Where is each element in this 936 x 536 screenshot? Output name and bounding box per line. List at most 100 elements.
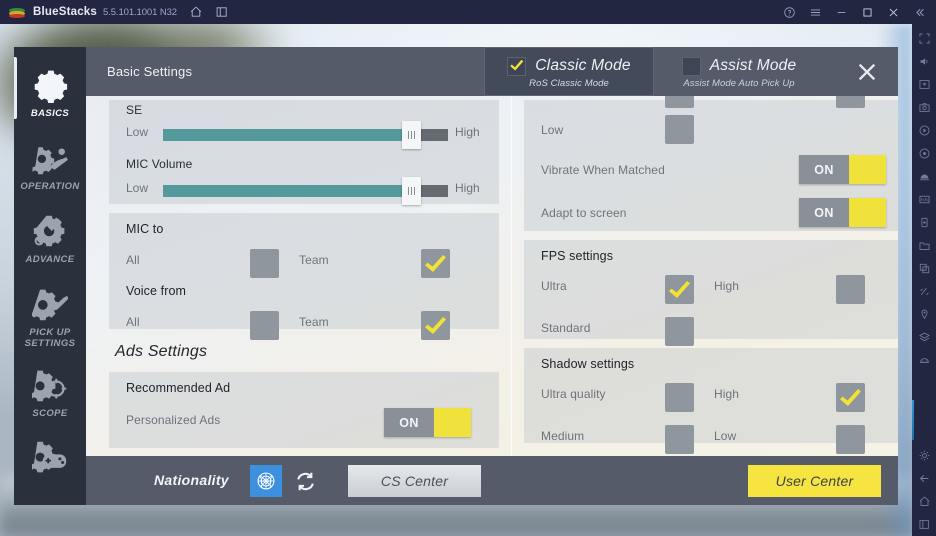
record-icon[interactable] (912, 119, 936, 142)
vibrate-toggle-state: ON (799, 155, 849, 184)
settings-icon[interactable] (912, 444, 936, 467)
mic-volume-slider-max-label: High (455, 181, 480, 195)
fps-ultra-checkbox[interactable] (665, 275, 694, 304)
multi-instance-manager-icon[interactable] (912, 188, 936, 211)
low-option-checkbox[interactable] (665, 115, 694, 144)
close-icon[interactable] (887, 6, 900, 19)
fps-ultra-label: Ultra (541, 279, 567, 293)
sidebar-item-basics[interactable]: BASICS (14, 59, 86, 132)
partial-checkbox-left[interactable] (665, 96, 694, 108)
se-slider[interactable] (163, 121, 448, 149)
shadow-row-2: Medium Low (524, 424, 898, 454)
copy-paste-icon[interactable] (912, 257, 936, 280)
recommended-ad-title: Recommended Ad (126, 381, 231, 395)
recents-icon[interactable] (912, 513, 936, 536)
sidebar-item-pickup-settings[interactable]: PICK UP SETTINGS (14, 278, 86, 360)
voice-from-all-checkbox[interactable] (250, 311, 279, 340)
sidebar-item-label: ADVANCE (25, 253, 75, 265)
personalized-ads-toggle[interactable]: ON (384, 408, 471, 437)
sidebar-item-scope[interactable]: SCOPE (14, 359, 86, 432)
collapse-icon[interactable] (913, 6, 926, 19)
fps-high-checkbox[interactable] (836, 275, 865, 304)
media-folder-icon[interactable] (912, 234, 936, 257)
mic-volume-slider-row: Low High (109, 176, 499, 205)
back-icon[interactable] (912, 467, 936, 490)
screen-root: BlueStacks 5.5.101.1001 N32 BASICS OPERA… (0, 0, 936, 536)
macro-icon[interactable] (912, 142, 936, 165)
minimize-icon[interactable] (835, 6, 848, 19)
fps-high-label: High (714, 279, 740, 293)
shadow-ultra-quality-checkbox[interactable] (665, 383, 694, 412)
mic-volume-slider-handle[interactable] (402, 177, 421, 205)
shadow-high-checkbox[interactable] (836, 383, 865, 412)
shake-icon[interactable] (912, 280, 936, 303)
sidebar-accent-bar (912, 400, 914, 440)
un-flag-icon[interactable] (250, 465, 282, 497)
partial-checkbox-right[interactable] (836, 96, 865, 108)
mic-to-title: MIC to (126, 222, 164, 236)
home-icon[interactable] (189, 5, 203, 19)
shadow-ultra-quality-label: Ultra quality (541, 387, 606, 401)
mic-to-team-checkbox[interactable] (421, 249, 450, 278)
maximize-icon[interactable] (861, 6, 874, 19)
recommended-ad-card: Recommended Ad Personalized Ads ON (109, 372, 499, 448)
ads-settings-title: Ads Settings (115, 343, 208, 360)
settings-category-rail: BASICS OPERATION ADVANCE PICK UP SETTING… (14, 47, 86, 505)
menu-icon[interactable] (809, 6, 822, 19)
game-guide-icon[interactable] (912, 349, 936, 372)
app-version: 5.5.101.1001 N32 (103, 6, 177, 18)
screenshot-icon[interactable] (912, 96, 936, 119)
help-icon[interactable] (783, 6, 796, 19)
fullscreen-icon[interactable] (912, 27, 936, 50)
voice-from-team-checkbox[interactable] (421, 311, 450, 340)
refresh-icon[interactable] (292, 468, 319, 495)
device-settings-card: Low Vibrate When Matched ON Adapt to scr… (524, 96, 898, 231)
volume-icon[interactable] (912, 50, 936, 73)
sidebar-item-label: SCOPE (32, 408, 68, 420)
gamepad-gear-icon (30, 438, 70, 478)
sidebar-item-operation[interactable]: OPERATION (14, 132, 86, 205)
voice-from-row: All Team (109, 310, 499, 340)
sidebar-item-gamepad[interactable] (14, 432, 86, 505)
tab-classic-mode-sublabel: RoS Classic Mode (529, 77, 609, 89)
shadow-low-checkbox[interactable] (836, 425, 865, 454)
voice-from-title: Voice from (126, 284, 187, 298)
nationality-label: Nationality (154, 472, 229, 488)
mic-to-all-checkbox[interactable] (250, 249, 279, 278)
se-slider-handle[interactable] (402, 121, 421, 149)
tab-classic-mode[interactable]: Classic Mode RoS Classic Mode (484, 47, 654, 96)
location-icon[interactable] (912, 303, 936, 326)
basic-settings-dialog: BASICS OPERATION ADVANCE PICK UP SETTING… (14, 47, 898, 505)
left-settings-column: SE Low High MIC Volume Low High MIC to A… (109, 96, 499, 448)
user-center-button[interactable]: User Center (748, 465, 881, 497)
adapt-toggle-state: ON (799, 198, 849, 227)
layers-icon[interactable] (912, 326, 936, 349)
shadow-low-label: Low (714, 429, 737, 443)
sidebar-item-advance[interactable]: ADVANCE (14, 205, 86, 278)
eco-mode-icon[interactable] (912, 165, 936, 188)
classic-mode-checkbox[interactable] (507, 56, 527, 76)
home-nav-icon[interactable] (912, 490, 936, 513)
close-dialog-button[interactable] (854, 59, 880, 85)
se-label: SE (126, 103, 143, 117)
multi-instance-icon[interactable] (215, 5, 229, 19)
rotate-icon[interactable] (912, 211, 936, 234)
vibrate-toggle[interactable]: ON (799, 155, 886, 184)
window-controls (783, 0, 932, 24)
active-category-indicator (14, 57, 17, 119)
assist-mode-checkbox[interactable] (681, 56, 701, 76)
cs-center-button[interactable]: CS Center (348, 465, 481, 497)
personalized-ads-toggle-knob (434, 408, 471, 437)
adapt-toggle[interactable]: ON (799, 198, 886, 227)
mic-volume-slider[interactable] (163, 177, 448, 205)
adapt-row: Adapt to screen ON (524, 198, 898, 229)
fps-standard-checkbox[interactable] (665, 317, 694, 346)
shadow-medium-checkbox[interactable] (665, 425, 694, 454)
fps-row-2: Standard (524, 316, 898, 346)
se-slider-fill (163, 129, 411, 141)
tab-assist-mode[interactable]: Assist Mode Assist Mode Auto Pick Up (654, 47, 824, 96)
ads-settings-heading: Ads Settings (109, 343, 499, 361)
keymapping-icon[interactable] (912, 73, 936, 96)
bluestacks-logo-icon (9, 4, 25, 20)
se-slider-max-label: High (455, 125, 480, 139)
